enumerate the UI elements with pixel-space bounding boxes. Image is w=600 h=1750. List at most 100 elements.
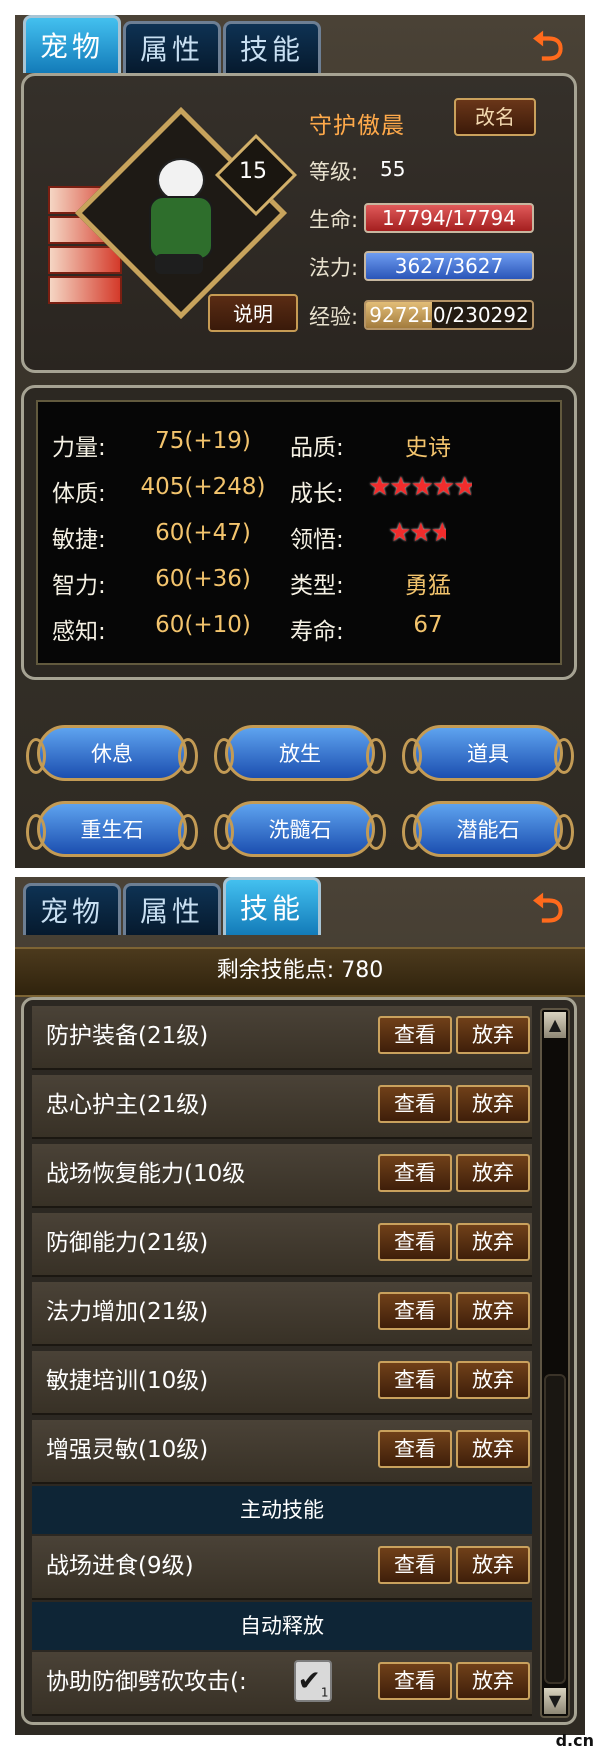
active-skills-header: 主动技能 (32, 1486, 532, 1534)
tab-skills[interactable]: 技能 (223, 21, 321, 73)
skill-row: 防御能力(21级) 查看 放弃 (32, 1213, 532, 1277)
remaining-skill-points: 剩余技能点: 780 (15, 947, 585, 997)
pet-name: 守护傲晨 (309, 113, 405, 139)
stat-value: 75(+19) (155, 428, 251, 454)
drop-skill-button[interactable]: 放弃 (456, 1154, 530, 1192)
rest-button[interactable]: 休息 (26, 725, 198, 781)
skill-name: 忠心护主(21级) (46, 1092, 209, 1118)
drop-skill-button[interactable]: 放弃 (456, 1430, 530, 1468)
rank-chevron (48, 276, 122, 304)
view-skill-button[interactable]: 查看 (378, 1361, 452, 1399)
stat-label: 感知: (52, 619, 106, 645)
rename-button[interactable]: 改名 (454, 98, 536, 136)
view-skill-button[interactable]: 查看 (378, 1223, 452, 1261)
rebirth-stone-button[interactable]: 重生石 (26, 801, 198, 857)
skill-name: 增强灵敏(10级) (46, 1437, 209, 1463)
exp-value: 927210/230292 (369, 303, 529, 327)
growth-stars-icon: ★★★★★ (368, 472, 472, 502)
drop-skill-button[interactable]: 放弃 (456, 1361, 530, 1399)
drop-skill-button[interactable]: 放弃 (456, 1016, 530, 1054)
view-skill-button[interactable]: 查看 (378, 1154, 452, 1192)
refine-stone-button[interactable]: 洗髓石 (214, 801, 386, 857)
stat-label: 成长: (290, 481, 344, 507)
items-button[interactable]: 道具 (402, 725, 574, 781)
mp-bar: 3627/3627 (364, 251, 534, 281)
drop-skill-button[interactable]: 放弃 (456, 1223, 530, 1261)
scroll-up-arrow-icon[interactable]: ▲ (544, 1012, 566, 1038)
stat-label: 敏捷: (52, 527, 106, 553)
lifespan-value: 67 (413, 612, 443, 638)
stat-label: 类型: (290, 573, 344, 599)
stat-value: 405(+248) (140, 474, 266, 500)
pet-info-box: 15 说明 守护傲晨 改名 等级: 55 生命: 17794/17794 法力:… (21, 73, 577, 373)
stat-label: 力量: (52, 435, 106, 461)
skill-name: 防护装备(21级) (46, 1023, 209, 1049)
view-skill-button[interactable]: 查看 (378, 1546, 452, 1584)
tab-attributes[interactable]: 属性 (123, 883, 221, 935)
view-skill-button[interactable]: 查看 (378, 1430, 452, 1468)
skill-row: 法力增加(21级) 查看 放弃 (32, 1282, 532, 1346)
skill-name: 防御能力(21级) (46, 1230, 209, 1256)
description-button[interactable]: 说明 (208, 294, 298, 332)
skill-row: 增强灵敏(10级) 查看 放弃 (32, 1420, 532, 1484)
skill-row: 战场恢复能力(10级 查看 放弃 (32, 1144, 532, 1208)
skill-list-scrollbar[interactable]: ▲ ▼ (540, 1008, 570, 1718)
scrollbar-thumb[interactable] (544, 1374, 566, 1684)
stat-value: 60(+47) (155, 520, 251, 546)
stat-value: 60(+10) (155, 612, 251, 638)
tab-pet[interactable]: 宠物 (23, 15, 121, 73)
tab-skills[interactable]: 技能 (223, 877, 321, 935)
level-value: 55 (380, 157, 406, 181)
stat-label: 体质: (52, 481, 106, 507)
pet-info-screen: 宠物 属性 技能 ⮌ 15 说明 守护傲晨 改名 等级: 55 生命: 1779… (15, 15, 585, 868)
skill-row: 防护装备(21级) 查看 放弃 (32, 1006, 532, 1070)
tab-attributes[interactable]: 属性 (123, 21, 221, 73)
stat-label: 智力: (52, 573, 106, 599)
skill-row: 敏捷培训(10级) 查看 放弃 (32, 1351, 532, 1415)
stat-label: 品质: (290, 435, 344, 461)
drop-skill-button[interactable]: 放弃 (456, 1292, 530, 1330)
potential-stone-button[interactable]: 潜能石 (402, 801, 574, 857)
skill-name: 协助防御劈砍攻击(: (46, 1669, 247, 1695)
panda-pet-image (139, 158, 219, 278)
exp-label: 经验: (309, 305, 359, 329)
skill-name: 战场进食(9级) (46, 1553, 194, 1579)
auto-cast-checkbox[interactable]: ✔1 (294, 1660, 332, 1702)
rank-chevron (48, 246, 122, 274)
skill-row: 战场进食(9级) 查看 放弃 (32, 1536, 532, 1600)
view-skill-button[interactable]: 查看 (378, 1016, 452, 1054)
drop-skill-button[interactable]: 放弃 (456, 1085, 530, 1123)
type-value: 勇猛 (405, 573, 451, 599)
auto-cast-header: 自动释放 (32, 1602, 532, 1650)
scroll-down-arrow-icon[interactable]: ▼ (544, 1688, 566, 1714)
back-arrow-icon[interactable]: ⮌ (523, 25, 573, 69)
drop-skill-button[interactable]: 放弃 (456, 1546, 530, 1584)
tab-bar: 宠物 属性 技能 ⮌ (15, 877, 585, 937)
quality-value: 史诗 (405, 435, 451, 461)
skill-name: 战场恢复能力(10级 (46, 1161, 246, 1187)
drop-skill-button[interactable]: 放弃 (456, 1662, 530, 1700)
pet-portrait: 15 说明 (34, 86, 304, 356)
stat-label: 领悟: (290, 527, 344, 553)
hp-bar: 17794/17794 (364, 203, 534, 233)
auto-cast-count: 1 (320, 1685, 329, 1700)
level-label: 等级: (309, 160, 359, 184)
stat-value: 60(+36) (155, 566, 251, 592)
mp-label: 法力: (309, 256, 359, 280)
skill-name: 敏捷培训(10级) (46, 1368, 209, 1394)
comprehension-stars-icon: ★★★ (388, 518, 446, 548)
tab-bar: 宠物 属性 技能 ⮌ (15, 15, 585, 75)
pet-skills-screen: 宠物 属性 技能 ⮌ 剩余技能点: 780 防护装备(21级) 查看 放弃 忠心… (15, 877, 585, 1735)
exp-bar: 927210/230292 (364, 300, 534, 330)
stats-panel: 力量: 75(+19) 体质: 405(+248) 敏捷: 60(+47) 智力… (21, 385, 577, 680)
view-skill-button[interactable]: 查看 (378, 1662, 452, 1700)
star-level-value: 15 (239, 159, 267, 184)
back-arrow-icon[interactable]: ⮌ (523, 887, 573, 931)
hp-label: 生命: (309, 208, 359, 232)
stat-label: 寿命: (290, 619, 344, 645)
tab-pet[interactable]: 宠物 (23, 883, 121, 935)
view-skill-button[interactable]: 查看 (378, 1085, 452, 1123)
stats-table: 力量: 75(+19) 体质: 405(+248) 敏捷: 60(+47) 智力… (36, 400, 562, 665)
view-skill-button[interactable]: 查看 (378, 1292, 452, 1330)
release-button[interactable]: 放生 (214, 725, 386, 781)
